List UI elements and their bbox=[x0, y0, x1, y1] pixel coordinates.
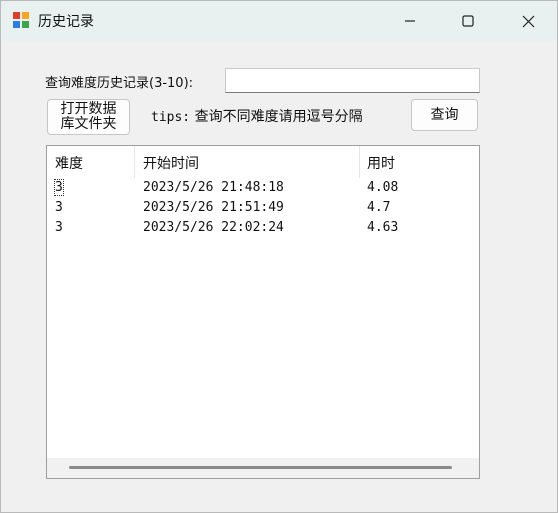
maximize-button[interactable] bbox=[445, 1, 491, 41]
cell-start-time: 2023/5/26 21:51:49 bbox=[143, 200, 284, 215]
open-db-folder-button[interactable]: 打开数据 库文件夹 bbox=[47, 99, 130, 135]
close-icon bbox=[522, 15, 534, 27]
list-header: 难度 开始时间 用时 bbox=[47, 146, 479, 178]
query-button[interactable]: 查询 bbox=[411, 99, 478, 131]
column-header-start-time[interactable]: 开始时间 bbox=[143, 153, 199, 173]
table-row[interactable]: 3 2023/5/26 22:02:24 4.63 bbox=[47, 218, 479, 238]
open-db-folder-label-line1: 打开数据 bbox=[60, 101, 117, 117]
tips-prefix: tips: bbox=[151, 110, 191, 125]
cell-difficulty: 3 bbox=[55, 200, 63, 215]
scrollbar-thumb[interactable] bbox=[69, 466, 452, 469]
history-window: 历史记录 查询难度历史记录(3-10): 打开数据 库文件夹 tips: 查询不… bbox=[0, 0, 558, 513]
table-row[interactable]: 3 2023/5/26 21:51:49 4.7 bbox=[47, 198, 479, 218]
minimize-icon bbox=[405, 20, 415, 22]
cell-duration: 4.08 bbox=[367, 180, 399, 195]
column-divider[interactable] bbox=[359, 146, 360, 178]
difficulty-query-input[interactable] bbox=[225, 68, 480, 93]
cell-start-time: 2023/5/26 22:02:24 bbox=[143, 220, 284, 235]
app-icon bbox=[13, 12, 31, 30]
cell-difficulty: 3 bbox=[55, 220, 63, 235]
history-list[interactable]: 难度 开始时间 用时 3 2023/5/26 21:48:18 4.08 3 2… bbox=[46, 145, 480, 479]
window-title: 历史记录 bbox=[38, 14, 94, 30]
column-header-difficulty[interactable]: 难度 bbox=[55, 153, 83, 173]
query-label: 查询难度历史记录(3-10): bbox=[45, 76, 194, 91]
close-button[interactable] bbox=[505, 1, 551, 41]
cell-difficulty: 3 bbox=[54, 179, 64, 196]
tips-text: tips: 查询不同难度请用逗号分隔 bbox=[151, 106, 363, 126]
maximize-icon bbox=[462, 15, 474, 27]
minimize-button[interactable] bbox=[387, 1, 433, 41]
cell-start-time: 2023/5/26 21:48:18 bbox=[143, 180, 284, 195]
cell-duration: 4.63 bbox=[367, 220, 399, 235]
column-divider[interactable] bbox=[134, 146, 135, 178]
column-header-duration[interactable]: 用时 bbox=[367, 153, 395, 173]
open-db-folder-label-line2: 库文件夹 bbox=[60, 116, 117, 132]
horizontal-scrollbar[interactable] bbox=[47, 458, 479, 478]
title-bar[interactable]: 历史记录 bbox=[1, 1, 557, 41]
table-row[interactable]: 3 2023/5/26 21:48:18 4.08 bbox=[47, 178, 479, 198]
cell-duration: 4.7 bbox=[367, 200, 391, 215]
tips-body: 查询不同难度请用逗号分隔 bbox=[194, 109, 363, 125]
